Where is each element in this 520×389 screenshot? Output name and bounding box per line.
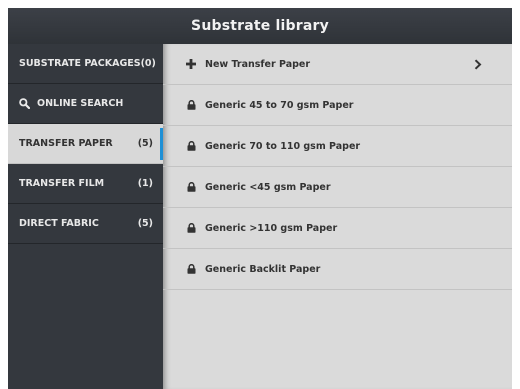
sidebar-item-count: (0) (140, 58, 156, 69)
substrate-list: New Transfer Paper Generic 45 to 70 gsm … (163, 44, 512, 389)
lock-icon (185, 141, 197, 151)
sidebar-item-label: ONLINE SEARCH (37, 98, 124, 109)
sidebar-item-count: (5) (137, 218, 153, 229)
new-transfer-paper-button[interactable]: New Transfer Paper (163, 44, 512, 85)
substrate-library-window: Substrate library SUBSTRATE PACKAGES (0)… (8, 8, 512, 389)
list-item[interactable]: Generic 70 to 110 gsm Paper (163, 126, 512, 167)
lock-icon (185, 223, 197, 233)
window-title: Substrate library (191, 18, 329, 34)
sidebar-item-direct-fabric[interactable]: DIRECT FABRIC (5) (8, 204, 163, 244)
sidebar-item-transfer-film[interactable]: TRANSFER FILM (1) (8, 164, 163, 204)
sidebar-item-label: DIRECT FABRIC (19, 218, 99, 229)
plus-icon (185, 59, 197, 69)
category-sidebar: SUBSTRATE PACKAGES (0) ONLINE SEARCH TRA… (8, 44, 163, 389)
sidebar-item-label: TRANSFER PAPER (19, 138, 113, 149)
list-item[interactable]: Generic <45 gsm Paper (163, 167, 512, 208)
sidebar-item-online-search[interactable]: ONLINE SEARCH (8, 84, 163, 124)
chevron-right-icon (474, 58, 482, 70)
title-bar: Substrate library (8, 8, 512, 44)
search-icon (19, 98, 30, 109)
list-item-label: Generic 70 to 110 gsm Paper (205, 140, 361, 152)
sidebar-item-label: SUBSTRATE PACKAGES (19, 58, 141, 69)
list-item-label: New Transfer Paper (205, 58, 311, 70)
lock-icon (185, 100, 197, 110)
lock-icon (185, 182, 197, 192)
list-item-label: Generic 45 to 70 gsm Paper (205, 99, 354, 111)
list-item[interactable]: Generic 45 to 70 gsm Paper (163, 85, 512, 126)
sidebar-item-label: TRANSFER FILM (19, 178, 105, 189)
list-item-label: Generic Backlit Paper (205, 263, 321, 275)
list-item[interactable]: Generic >110 gsm Paper (163, 208, 512, 249)
sidebar-item-transfer-paper[interactable]: TRANSFER PAPER (5) (8, 124, 163, 164)
list-item-label: Generic <45 gsm Paper (205, 181, 331, 193)
sidebar-item-substrate-packages[interactable]: SUBSTRATE PACKAGES (0) (8, 44, 163, 84)
lock-icon (185, 264, 197, 274)
sidebar-item-count: (1) (137, 178, 153, 189)
list-item-label: Generic >110 gsm Paper (205, 222, 338, 234)
sidebar-item-count: (5) (137, 138, 153, 149)
list-item[interactable]: Generic Backlit Paper (163, 249, 512, 290)
